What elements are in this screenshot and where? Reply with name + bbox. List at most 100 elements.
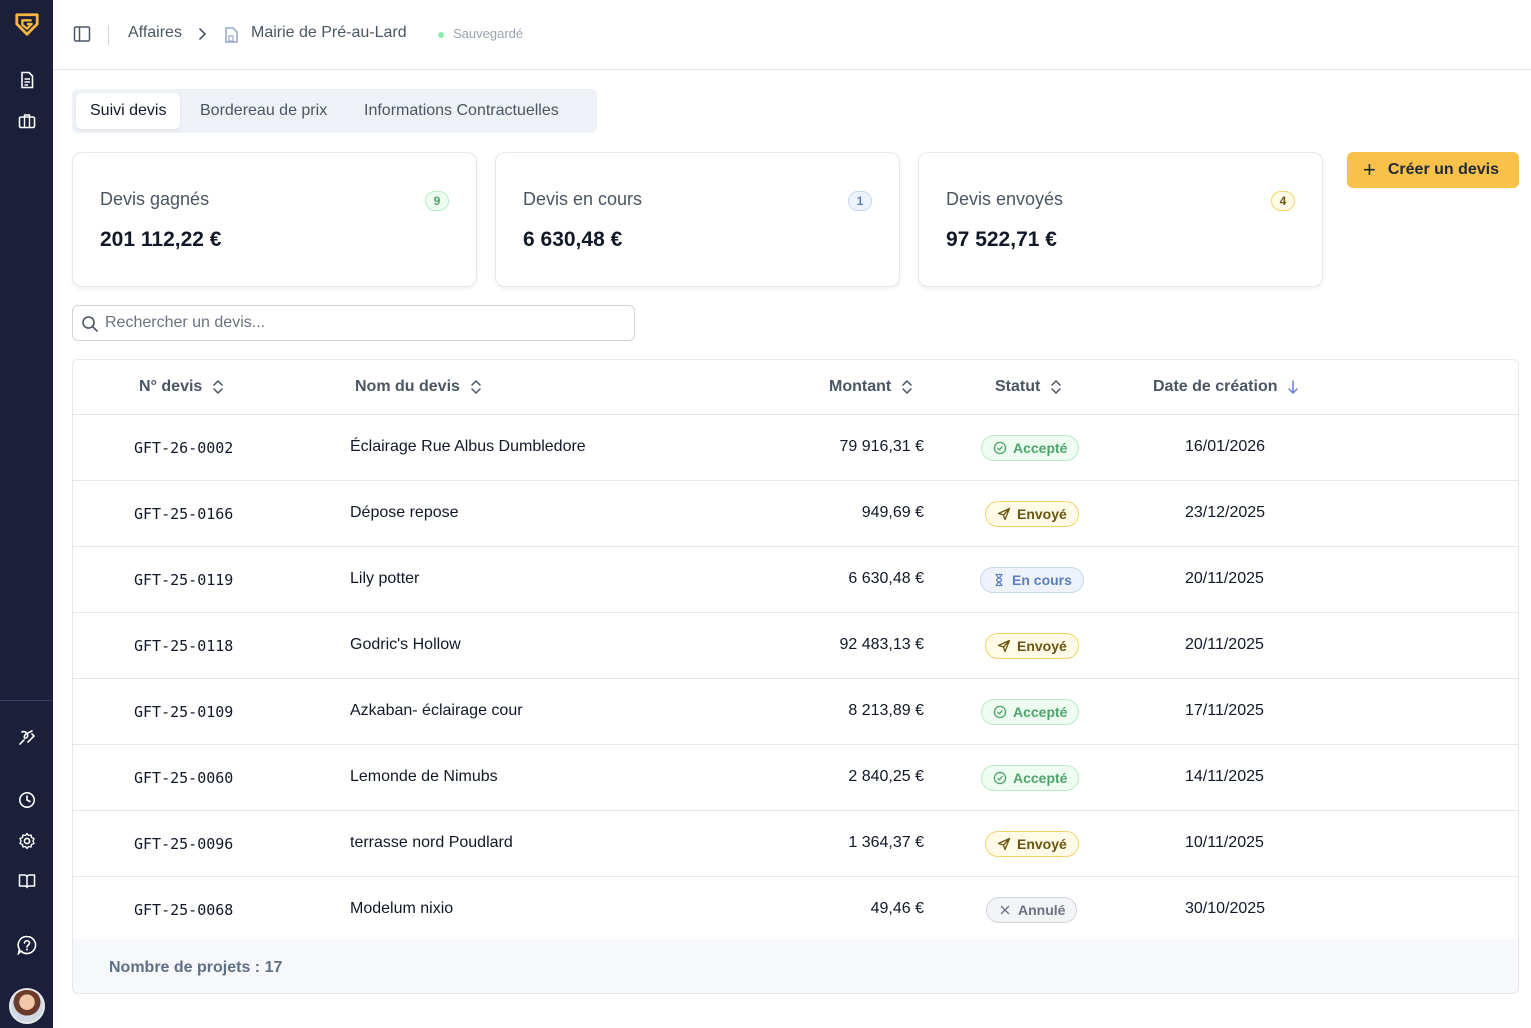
history-icon[interactable] (14, 787, 40, 813)
count-badge: 9 (425, 191, 449, 211)
send-icon (997, 639, 1011, 653)
book-icon[interactable] (14, 868, 40, 894)
app: Affaires Mairie de Pré-au-Lard Sauvegard… (0, 0, 1531, 1028)
send-icon (997, 507, 1011, 521)
devis-amount: 949,69 € (861, 504, 924, 521)
close-icon (1000, 905, 1010, 915)
status-label: Accepté (1013, 704, 1068, 720)
count-badge: 1 (848, 191, 872, 211)
status-label: Annulé (1018, 902, 1066, 918)
search-icon (81, 315, 99, 333)
creation-date: 16/01/2026 (1185, 438, 1266, 455)
devis-number: GFT-25-0096 (134, 835, 234, 853)
table-row[interactable]: GFT-25-0119 Lily potter 6 630,48 € En cours… (73, 547, 1518, 613)
card-title: Devis gagnés (100, 189, 210, 209)
table-row[interactable]: GFT-25-0166 Dépose repose 949,69 € Envoyé 23… (73, 481, 1518, 547)
table-row[interactable]: GFT-25-0118 Godric's Hollow 92 483,13 € Env… (73, 613, 1518, 679)
breadcrumb-mairie[interactable]: Mairie de Pré-au-Lard (251, 24, 407, 42)
table-row[interactable]: GFT-26-0002 Éclairage Rue Albus Dumbledor… (73, 415, 1518, 481)
sidebar-toggle-icon[interactable] (73, 25, 95, 45)
settings-icon[interactable] (14, 828, 40, 854)
search-input[interactable] (105, 306, 625, 340)
chevron-right-icon (196, 26, 210, 44)
user-avatar[interactable] (9, 988, 45, 1024)
column-header-number[interactable]: N° devis (139, 378, 224, 396)
status-label: Envoyé (1017, 638, 1067, 654)
card-devis-en-cours: Devis en cours 1 6 630,48 € (495, 152, 900, 287)
column-header-name[interactable]: Nom du devis (355, 378, 482, 396)
status-badge: Envoyé (985, 831, 1079, 857)
devis-name: Modelum nixio (350, 900, 454, 917)
building-icon (223, 25, 241, 45)
save-status: Sauvegardé (453, 26, 524, 41)
creation-date: 10/11/2025 (1185, 834, 1264, 851)
devis-name: Lily potter (350, 570, 420, 587)
sort-icon (471, 379, 481, 395)
status-badge: Envoyé (985, 501, 1079, 527)
creation-date: 14/11/2025 (1185, 768, 1264, 785)
devis-amount: 92 483,13 € (839, 636, 924, 653)
help-icon[interactable] (14, 932, 40, 958)
logo-icon[interactable] (14, 11, 40, 37)
table-row[interactable]: GFT-25-0068 Modelum nixio 49,46 € Annulé 30/… (73, 877, 1518, 940)
check-circle-icon (993, 441, 1007, 455)
status-label: En cours (1012, 572, 1072, 588)
count-badge: 4 (1271, 191, 1295, 211)
column-header-date[interactable]: Date de création (1153, 378, 1299, 396)
card-title: Devis envoyés (946, 189, 1064, 209)
table-row[interactable]: GFT-25-0060 Lemonde de Nimubs 2 840,25 € Ac… (73, 745, 1518, 811)
saved-indicator-dot (438, 32, 444, 38)
devis-number: GFT-25-0068 (134, 901, 234, 919)
devis-name: Azkaban- éclairage cour (350, 702, 523, 719)
breadcrumb-affaires[interactable]: Affaires (128, 24, 182, 42)
status-badge: Annulé (986, 897, 1078, 923)
column-header-status[interactable]: Statut (995, 378, 1062, 396)
hourglass-icon (995, 573, 1003, 587)
check-circle-icon (993, 771, 1007, 785)
devis-amount: 8 213,89 € (848, 702, 924, 719)
devis-name: terrasse nord Poudlard (350, 834, 513, 851)
card-amount: 201 112,22 € (100, 228, 222, 251)
card-amount: 97 522,71 € (946, 228, 1057, 251)
document-icon[interactable] (14, 67, 40, 93)
devis-number: GFT-25-0109 (134, 703, 234, 721)
devis-name: Godric's Hollow (350, 636, 461, 653)
column-header-amount[interactable]: Montant (829, 378, 913, 396)
column-header-label: Nom du devis (355, 378, 460, 395)
devis-amount: 2 840,25 € (848, 768, 924, 785)
briefcase-icon[interactable] (14, 108, 40, 134)
sort-icon (213, 379, 224, 395)
creation-date: 17/11/2025 (1185, 702, 1264, 719)
status-label: Accepté (1013, 440, 1068, 456)
top-header: Affaires Mairie de Pré-au-Lard Sauvegard… (53, 0, 1531, 70)
tab-suivi-devis[interactable]: Suivi devis (76, 93, 181, 129)
status-badge: Envoyé (985, 633, 1079, 659)
creation-date: 30/10/2025 (1185, 900, 1266, 917)
devis-name: Dépose repose (350, 504, 459, 521)
column-header-label: N° devis (139, 378, 203, 395)
creation-date: 20/11/2025 (1185, 636, 1264, 653)
table-row[interactable]: GFT-25-0096 terrasse nord Poudlard 1 364,3… (73, 811, 1518, 877)
devis-amount: 1 364,37 € (848, 834, 924, 851)
tab-informations-contractuelles[interactable]: Informations Contractuelles (350, 93, 573, 129)
status-badge: En cours (980, 567, 1084, 593)
devis-number: GFT-26-0002 (134, 439, 234, 457)
create-devis-button[interactable]: + Créer un devis (1347, 152, 1519, 188)
status-badge: Accepté (981, 765, 1080, 791)
create-devis-label: Créer un devis (1387, 161, 1500, 178)
search-box (72, 305, 635, 341)
tab-bordereau-de-prix[interactable]: Bordereau de prix (186, 93, 341, 129)
table-row[interactable]: GFT-25-0109 Azkaban- éclairage cour 8 213,… (73, 679, 1518, 745)
send-icon (997, 837, 1011, 851)
sidebar-divider (0, 700, 53, 701)
devis-table: N° devis Nom du devis Montant Statut Dat… (72, 359, 1519, 994)
signature-icon[interactable] (14, 724, 40, 750)
tab-bar: Suivi devis Bordereau de prix Informatio… (72, 89, 597, 133)
status-badge: Accepté (981, 699, 1080, 725)
sidebar (0, 0, 53, 1028)
status-badge: Accepté (981, 435, 1080, 461)
creation-date: 23/12/2025 (1185, 504, 1266, 521)
devis-amount: 79 916,31 € (839, 438, 924, 455)
sort-desc-icon (1288, 380, 1299, 395)
devis-number: GFT-25-0166 (134, 505, 234, 523)
